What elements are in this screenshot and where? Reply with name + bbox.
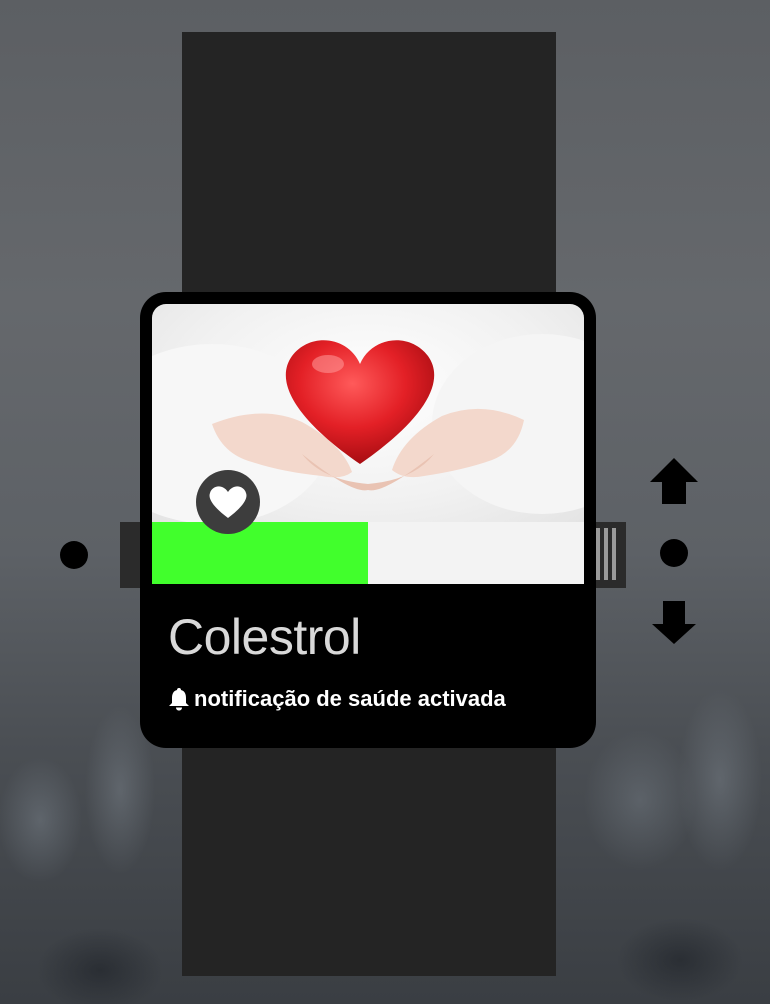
favorite-button[interactable] bbox=[196, 470, 260, 534]
notification-text: notificação de saúde activada bbox=[194, 686, 506, 711]
watch-crown-grip[interactable] bbox=[596, 528, 622, 580]
item-title: Colestrol bbox=[168, 609, 361, 665]
right-nav-dot[interactable] bbox=[660, 539, 688, 567]
arrow-down-icon[interactable] bbox=[646, 594, 702, 650]
notification-status: notificação de saúde activada bbox=[168, 686, 506, 712]
progress-fill bbox=[152, 522, 368, 584]
left-nav-dot[interactable] bbox=[60, 541, 88, 569]
watch-face: Colestrol notificação de saúde activada bbox=[140, 292, 596, 748]
arrow-up-icon[interactable] bbox=[646, 454, 702, 510]
bell-icon bbox=[169, 688, 189, 711]
heart-icon bbox=[209, 486, 247, 518]
watch-screen[interactable]: Colestrol notificação de saúde activada bbox=[152, 304, 584, 736]
